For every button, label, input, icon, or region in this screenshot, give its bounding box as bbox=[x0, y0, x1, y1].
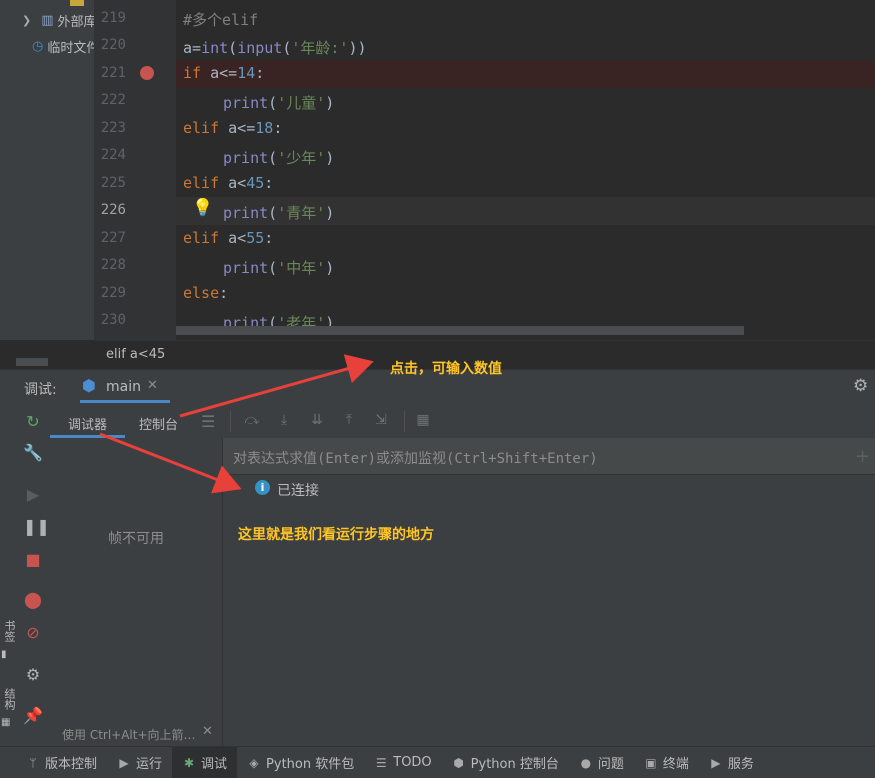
annotation-arrows bbox=[99, 354, 374, 494]
statusbar-problems[interactable]: ● 问题 bbox=[569, 747, 634, 778]
packages-icon: ◈ bbox=[249, 755, 259, 770]
run-icon: ▶ bbox=[119, 755, 129, 770]
arrow-to-variables bbox=[99, 432, 242, 494]
todo-icon: ☰ bbox=[375, 755, 387, 770]
statusbar-packages[interactable]: ◈ Python 软件包 bbox=[237, 747, 364, 778]
vcs-icon: ᛘ bbox=[29, 755, 37, 770]
terminal-icon: ▣ bbox=[645, 755, 657, 770]
statusbar-run[interactable]: ▶ 运行 bbox=[107, 747, 172, 778]
statusbar-python-console[interactable]: ⬢ Python 控制台 bbox=[442, 747, 569, 778]
arrow-to-click-hint bbox=[179, 354, 374, 418]
statusbar-todo[interactable]: ☰ TODO bbox=[364, 747, 441, 778]
python-console-icon: ⬢ bbox=[453, 755, 464, 770]
services-icon: ▶ bbox=[711, 755, 721, 770]
problems-icon: ● bbox=[580, 755, 592, 770]
debug-icon: ✱ bbox=[184, 755, 195, 770]
statusbar-services[interactable]: ▶ 服务 bbox=[699, 747, 764, 778]
bottom-tool-bar: ᛘ 版本控制 ▶ 运行 ✱ 调试 ◈ Python 软件包 ☰ TODO ⬢ Python … bbox=[0, 746, 875, 778]
statusbar-terminal[interactable]: ▣ 终端 bbox=[634, 747, 699, 778]
statusbar-debug[interactable]: ✱ 调试 bbox=[172, 747, 238, 778]
statusbar-vcs[interactable]: ᛘ 版本控制 bbox=[0, 747, 107, 778]
